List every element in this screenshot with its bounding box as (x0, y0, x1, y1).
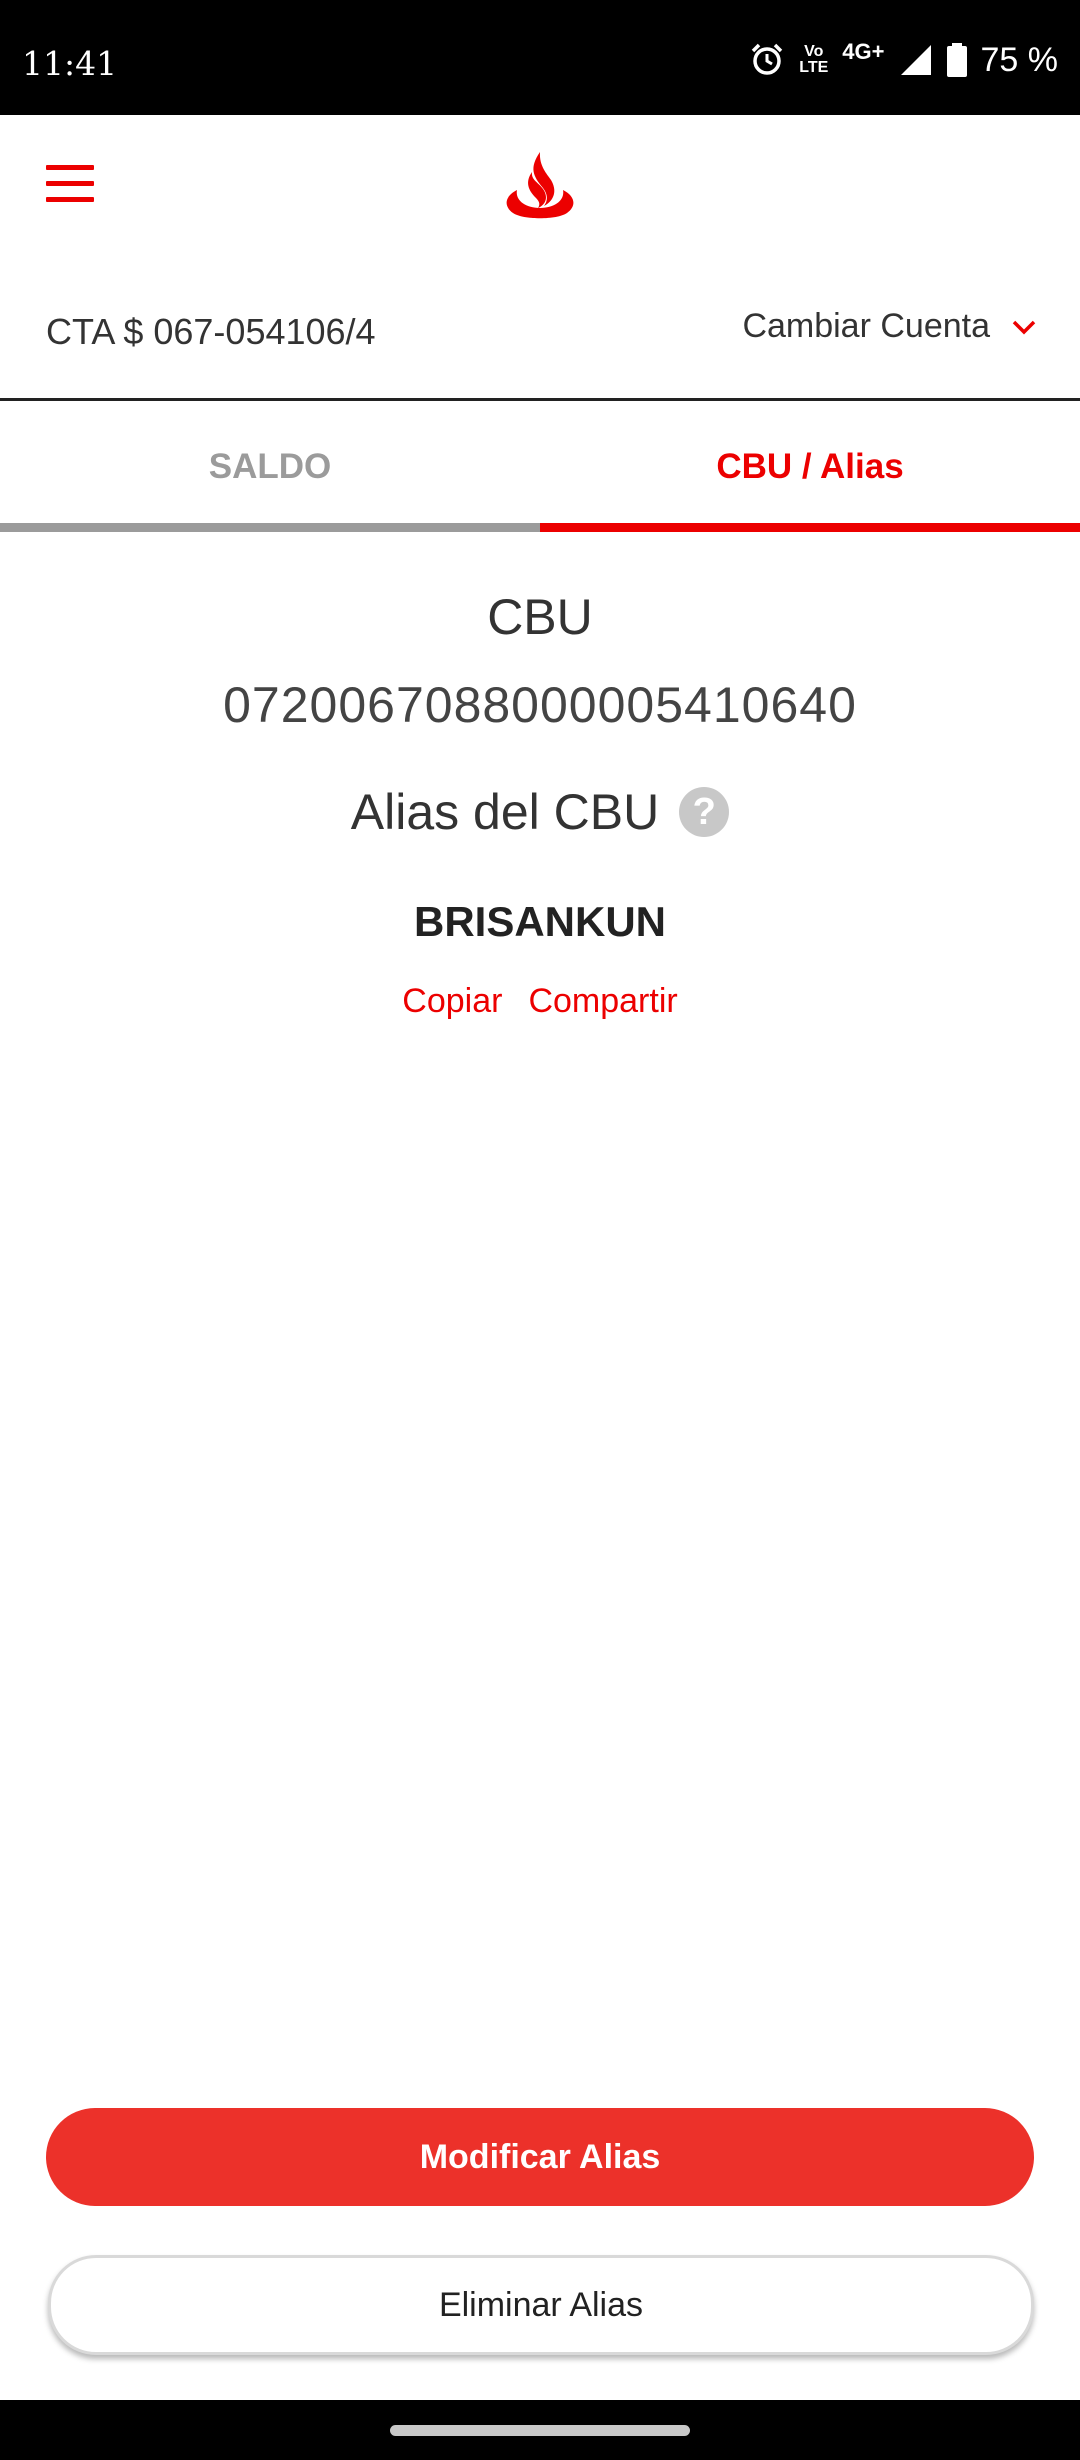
tab-saldo[interactable]: SALDO (0, 401, 540, 532)
help-icon[interactable]: ? (679, 787, 730, 837)
network-type-label: 4G+ (842, 39, 885, 64)
copy-link[interactable]: Copiar (402, 982, 502, 1021)
account-number: CTA $ 067-054106/4 (46, 311, 376, 352)
delete-alias-label: Eliminar Alias (438, 2285, 644, 2324)
alias-value: BRISANKUN (414, 898, 666, 945)
battery-percent: 75 % (980, 40, 1059, 79)
battery-icon (946, 43, 967, 77)
modify-alias-label: Modificar Alias (419, 2137, 661, 2176)
cbu-number: 0720067088000005410640 (223, 677, 857, 733)
status-time: 11:41 (22, 44, 118, 83)
change-account-button[interactable]: Cambiar Cuenta (742, 307, 1036, 346)
tab-saldo-indicator (0, 523, 540, 532)
share-link[interactable]: Compartir (528, 982, 677, 1021)
tab-cbu-alias[interactable]: CBU / Alias (540, 401, 1080, 532)
alarm-icon (752, 43, 783, 75)
cbu-title: CBU (487, 589, 593, 645)
status-bar: 11:41 Vo LTE 4G+ 75 % (0, 0, 1080, 115)
tab-cbu-alias-indicator (540, 523, 1080, 532)
alias-title: Alias del CBU (350, 784, 660, 840)
tab-cbu-alias-label: CBU / Alias (716, 446, 904, 486)
signal-icon (900, 45, 931, 75)
chevron-down-icon (1012, 320, 1036, 334)
alias-actions: Copiar Compartir (0, 982, 1080, 1021)
volte-icon: Vo LTE (799, 43, 829, 76)
app-header (0, 115, 1080, 255)
tab-saldo-label: SALDO (208, 446, 332, 486)
delete-alias-button[interactable]: Eliminar Alias (48, 2255, 1034, 2355)
hamburger-menu-icon[interactable] (46, 165, 94, 203)
account-selector-row: CTA $ 067-054106/4 Cambiar Cuenta (0, 255, 1080, 401)
alias-title-row: Alias del CBU ? (0, 783, 1080, 841)
system-navigation-bar (0, 2400, 1080, 2460)
screen: 11:41 Vo LTE 4G+ 75 % CTA $ 067-054106/4… (0, 0, 1080, 2460)
tab-bar: SALDO CBU / Alias (0, 401, 1080, 532)
home-gesture-handle[interactable] (390, 2425, 690, 2436)
change-account-label: Cambiar Cuenta (742, 307, 990, 345)
santander-flame-logo-icon (506, 152, 574, 219)
status-icons: Vo LTE 4G+ 75 % (749, 39, 1059, 80)
modify-alias-button[interactable]: Modificar Alias (46, 2108, 1034, 2206)
